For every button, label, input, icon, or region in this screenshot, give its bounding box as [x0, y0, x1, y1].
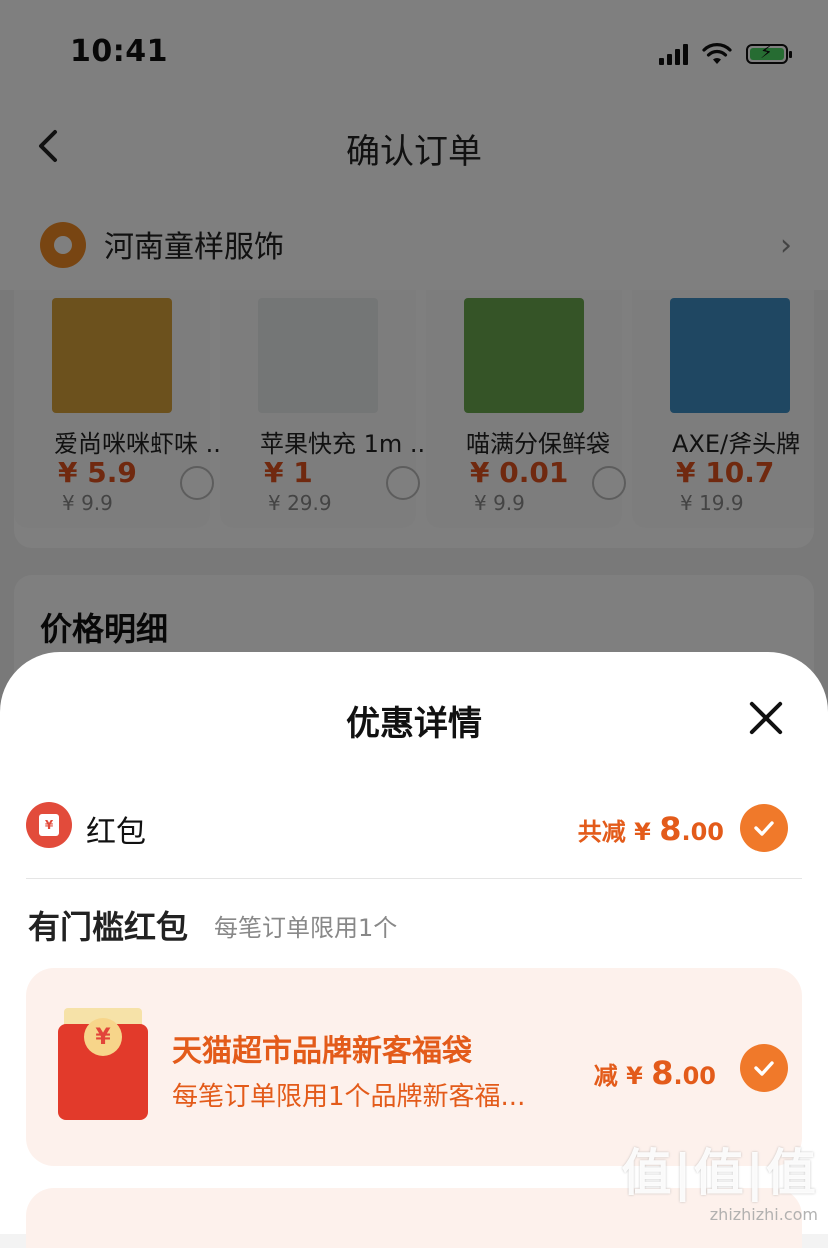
- coupon-title: 天猫超市品牌新客福袋: [172, 1034, 472, 1069]
- coupon-amount: 减 ¥ 8.00: [594, 1054, 716, 1092]
- section-subtitle: 每笔订单限用1个: [214, 914, 398, 942]
- sheet-title: 优惠详情: [346, 704, 482, 744]
- watermark-site: zhizhizhi.com: [709, 1205, 818, 1224]
- coupon-check-icon[interactable]: [740, 1044, 788, 1092]
- total-dec: .00: [681, 818, 724, 846]
- section-title: 有门槛红包: [28, 908, 189, 946]
- watermark-logo: 值|值|值: [621, 1144, 818, 1202]
- amount-prefix: 减 ¥: [593, 1062, 652, 1090]
- watermark: 值|值|值 zhizhizhi.com: [621, 1133, 818, 1224]
- red-envelope-icon: ¥: [58, 1008, 148, 1120]
- amount-int: 8: [651, 1054, 674, 1092]
- red-packet-label: 红包: [86, 815, 146, 850]
- divider: [26, 878, 802, 879]
- total-prefix: 共减 ¥: [577, 818, 660, 846]
- red-packet-icon: ¥: [26, 802, 72, 848]
- amount-dec: .00: [673, 1062, 716, 1090]
- close-icon[interactable]: [746, 698, 786, 738]
- total-int: 8: [659, 810, 682, 848]
- red-packet-check-icon[interactable]: [740, 804, 788, 852]
- red-packet-total: 共减 ¥ 8.00: [578, 810, 724, 848]
- coupon-description: 每笔订单限用1个品牌新客福...: [172, 1082, 526, 1112]
